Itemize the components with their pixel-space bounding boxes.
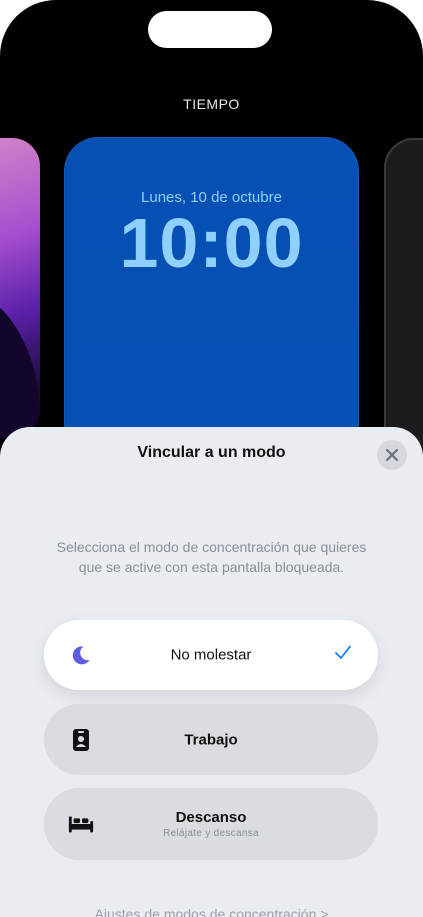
option-label: Trabajo xyxy=(184,731,238,748)
wallpaper-card-next[interactable] xyxy=(384,138,423,458)
option-label: No molestar xyxy=(170,646,252,664)
option-label: Descanso xyxy=(175,809,247,826)
sheet-description: Selecciona el modo de concentración que … xyxy=(56,539,367,575)
option-sublabel: Relájate y descansa xyxy=(163,828,259,839)
sheet-title: Vincular a un modo xyxy=(137,444,286,461)
dynamic-island xyxy=(148,11,272,48)
phone-screen: TIEMPO Lunes, 10 de octubre 10:00 Vincul… xyxy=(0,0,423,917)
close-icon xyxy=(386,449,398,461)
focus-option-descanso[interactable]: Descanso Relájate y descansa xyxy=(44,788,378,860)
close-button[interactable] xyxy=(377,440,407,470)
wallpaper-card-current[interactable]: Lunes, 10 de octubre 10:00 xyxy=(64,137,359,457)
focus-option-no-molestar[interactable]: No molestar xyxy=(44,620,378,690)
focus-link-sheet: Vincular a un modo Selecciona el modo de… xyxy=(0,427,423,917)
focus-settings-link[interactable]: Ajustes de modos de concentración > xyxy=(0,906,423,917)
focus-option-trabajo[interactable]: Trabajo xyxy=(44,704,378,775)
checkmark-icon xyxy=(334,645,352,666)
lockscreen-time: 10:00 xyxy=(119,204,304,282)
wallpaper-category-label: TIEMPO xyxy=(183,96,240,112)
wallpaper-card-previous[interactable] xyxy=(0,138,40,438)
